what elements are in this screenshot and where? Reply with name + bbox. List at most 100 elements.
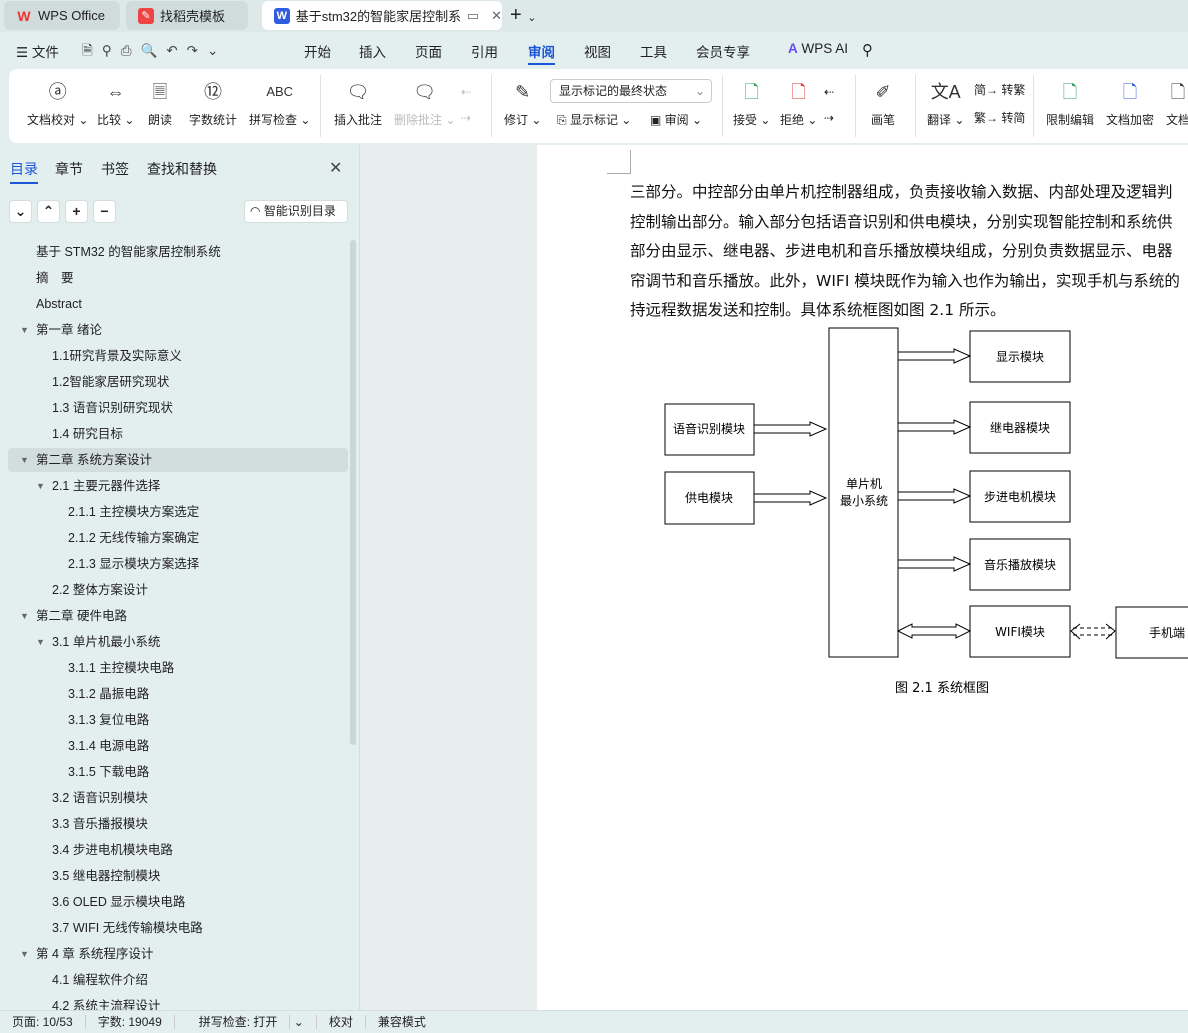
toc-item[interactable]: 3.3 音乐播报模块	[8, 812, 348, 836]
spell-check-status[interactable]: 拼写检查: 打开 ⌄	[175, 1015, 317, 1029]
markup-select[interactable]: 显示标记的最终状态 ⌄	[550, 79, 712, 103]
toc-item[interactable]: 2.1.3 显示模块方案选择	[8, 552, 348, 576]
toc-item[interactable]: ▼ 第 4 章 系统程序设计	[8, 942, 348, 966]
tab-template[interactable]: ✎ 找稻壳模板	[126, 1, 248, 30]
scrollbar[interactable]	[350, 240, 356, 745]
menu-member[interactable]: 会员专享	[696, 41, 750, 61]
monitor-icon[interactable]: ▭	[467, 8, 479, 24]
review-pane-button[interactable]: ▣ 审阅 ⌄	[650, 111, 702, 128]
toc-item-label: 3.1.1 主控模块电路	[68, 661, 175, 675]
toc-item[interactable]: 2.2 整体方案设计	[8, 578, 348, 602]
more-button[interactable]: 🗋 文档	[1166, 79, 1188, 128]
toc-item[interactable]: 1.3 语音识别研究现状	[8, 396, 348, 420]
toc-item[interactable]: 3.1.2 晶振电路	[8, 682, 348, 706]
toc-item[interactable]: ▼ 3.1 单片机最小系统	[8, 630, 348, 654]
label: 比较	[97, 113, 122, 127]
toc-item[interactable]: 3.1.4 电源电路	[8, 734, 348, 758]
toc-item-label: 3.1 单片机最小系统	[52, 635, 161, 649]
wps-ai-button[interactable]: A WPS AI	[788, 41, 848, 56]
tab-toc[interactable]: 目录	[10, 159, 38, 184]
toc-item[interactable]: 1.4 研究目标	[8, 422, 348, 446]
toc-item[interactable]: 4.1 编程软件介绍	[8, 968, 348, 992]
revise-button[interactable]: ✎ 修订 ⌄	[504, 79, 541, 128]
menu-view[interactable]: 视图	[584, 41, 611, 61]
menu-reference[interactable]: 引用	[471, 41, 498, 61]
page-indicator[interactable]: 页面: 10/53	[0, 1015, 86, 1029]
encrypt-button[interactable]: 🗋 文档加密	[1106, 79, 1154, 128]
menu-tools[interactable]: 工具	[640, 41, 667, 61]
toc-item[interactable]: 基于 STM32 的智能家居控制系统	[8, 240, 348, 264]
word-count-button[interactable]: ⑫ 字数统计	[189, 79, 237, 128]
toc-item[interactable]: 3.2 语音识别模块	[8, 786, 348, 810]
tab-bookmarks[interactable]: 书签	[101, 159, 129, 179]
add-heading-button[interactable]: +	[65, 200, 88, 223]
toc-item[interactable]: ▼ 第二章 硬件电路	[8, 604, 348, 628]
remove-heading-button[interactable]: −	[93, 200, 116, 223]
smart-toc-button[interactable]: ◠ 智能识别目录	[244, 200, 348, 223]
toc-item[interactable]: 1.1研究背景及实际意义	[8, 344, 348, 368]
new-tab-button[interactable]: + ⌄	[510, 4, 536, 27]
to-traditional-button[interactable]: 简→ 转繁	[974, 81, 1025, 98]
toc-item[interactable]: ▼ 第一章 绪论	[8, 318, 348, 342]
insert-comment-button[interactable]: 🗨 插入批注	[334, 79, 382, 128]
toc-item[interactable]: 1.2智能家居研究现状	[8, 370, 348, 394]
tab-chapters[interactable]: 章节	[55, 159, 83, 179]
expand-toggle-icon[interactable]: ▼	[20, 604, 29, 628]
label: 拼写检查: 打开	[186, 1015, 291, 1029]
reject-button[interactable]: 🗋 拒绝 ⌄	[780, 79, 817, 128]
delete-comment-icon: 🗨	[413, 82, 437, 102]
toc-item[interactable]: ▼ 第二章 系统方案设计	[8, 448, 348, 472]
document-icon: 🗋	[1170, 82, 1186, 102]
quick-access-icons[interactable]: 🗎⚲⎙🔍↶↷⌄	[82, 41, 227, 64]
toc-item[interactable]: 3.1.1 主控模块电路	[8, 656, 348, 680]
expand-toggle-icon[interactable]: ▼	[20, 942, 29, 966]
translate-button[interactable]: 文A 翻译 ⌄	[927, 79, 964, 128]
menu-start[interactable]: 开始	[304, 41, 331, 61]
toc-item[interactable]: 摘 要	[8, 266, 348, 290]
tab-find-replace[interactable]: 查找和替换	[147, 159, 217, 179]
label: 显示标记	[569, 113, 618, 127]
show-markup-button[interactable]: ⎘ 显示标记 ⌄	[557, 111, 631, 128]
file-menu[interactable]: ☰ 文件	[16, 41, 59, 61]
tab-wps-office[interactable]: W WPS Office	[4, 1, 120, 30]
toc-item[interactable]: 2.1.1 主控模块方案选定	[8, 500, 348, 524]
label: 插入批注	[334, 113, 383, 127]
toc-item[interactable]: 3.5 继电器控制模块	[8, 864, 348, 888]
read-aloud-button[interactable]: 🗏 朗读	[148, 79, 172, 128]
proofread-button[interactable]: ⓐ 文档校对 ⌄	[27, 79, 88, 128]
accept-button[interactable]: 🗋 接受 ⌄	[733, 79, 770, 128]
collapse-button[interactable]: ⌄	[9, 200, 32, 223]
menu-insert[interactable]: 插入	[359, 41, 386, 61]
toc-item[interactable]: 3.7 WIFI 无线传输模块电路	[8, 916, 348, 940]
comment-nav[interactable]: ⇠ ⇢	[461, 79, 471, 131]
menu-review[interactable]: 审阅	[528, 41, 555, 65]
toc-item[interactable]: 3.1.5 下载电路	[8, 760, 348, 784]
toc-item[interactable]: 3.4 步进电机模块电路	[8, 838, 348, 862]
toc-item[interactable]: 2.1.2 无线传输方案确定	[8, 526, 348, 550]
expand-toggle-icon[interactable]: ▼	[36, 630, 45, 654]
to-simplified-button[interactable]: 繁→ 转简	[974, 109, 1025, 126]
close-pane-icon[interactable]: ✕	[329, 158, 342, 178]
restrict-edit-button[interactable]: 🗋 限制编辑	[1046, 79, 1094, 128]
compare-button[interactable]: ⇔ 比较 ⌄	[97, 79, 134, 128]
tab-document[interactable]: W 基于stm32的智能家居控制系统 ▭ ✕	[262, 1, 502, 30]
proofread-status[interactable]: 校对	[317, 1015, 366, 1029]
toc-item[interactable]: Abstract	[8, 292, 348, 316]
expand-button[interactable]: ⌃	[37, 200, 60, 223]
toc-item[interactable]: 3.6 OLED 显示模块电路	[8, 890, 348, 914]
expand-toggle-icon[interactable]: ▼	[20, 448, 29, 472]
search-icon[interactable]: ⚲	[862, 41, 873, 59]
close-icon[interactable]: ✕	[491, 8, 502, 24]
expand-toggle-icon[interactable]: ▼	[20, 318, 29, 342]
delete-comment-button[interactable]: 🗨 删除批注 ⌄	[394, 79, 455, 128]
pen-button[interactable]: ✐ 画笔	[871, 79, 895, 128]
toc-item-label: 3.2 语音识别模块	[52, 791, 148, 805]
change-nav[interactable]: ⇠ ⇢	[824, 79, 834, 131]
toc-item[interactable]: 3.1.3 复位电路	[8, 708, 348, 732]
spell-check-button[interactable]: ABC 拼写检查 ⌄	[249, 79, 310, 128]
word-count[interactable]: 字数: 19049	[86, 1015, 175, 1029]
menu-page[interactable]: 页面	[415, 41, 442, 61]
smart-icon: ◠	[250, 204, 261, 218]
expand-toggle-icon[interactable]: ▼	[36, 474, 45, 498]
toc-item[interactable]: ▼ 2.1 主要元器件选择	[8, 474, 348, 498]
